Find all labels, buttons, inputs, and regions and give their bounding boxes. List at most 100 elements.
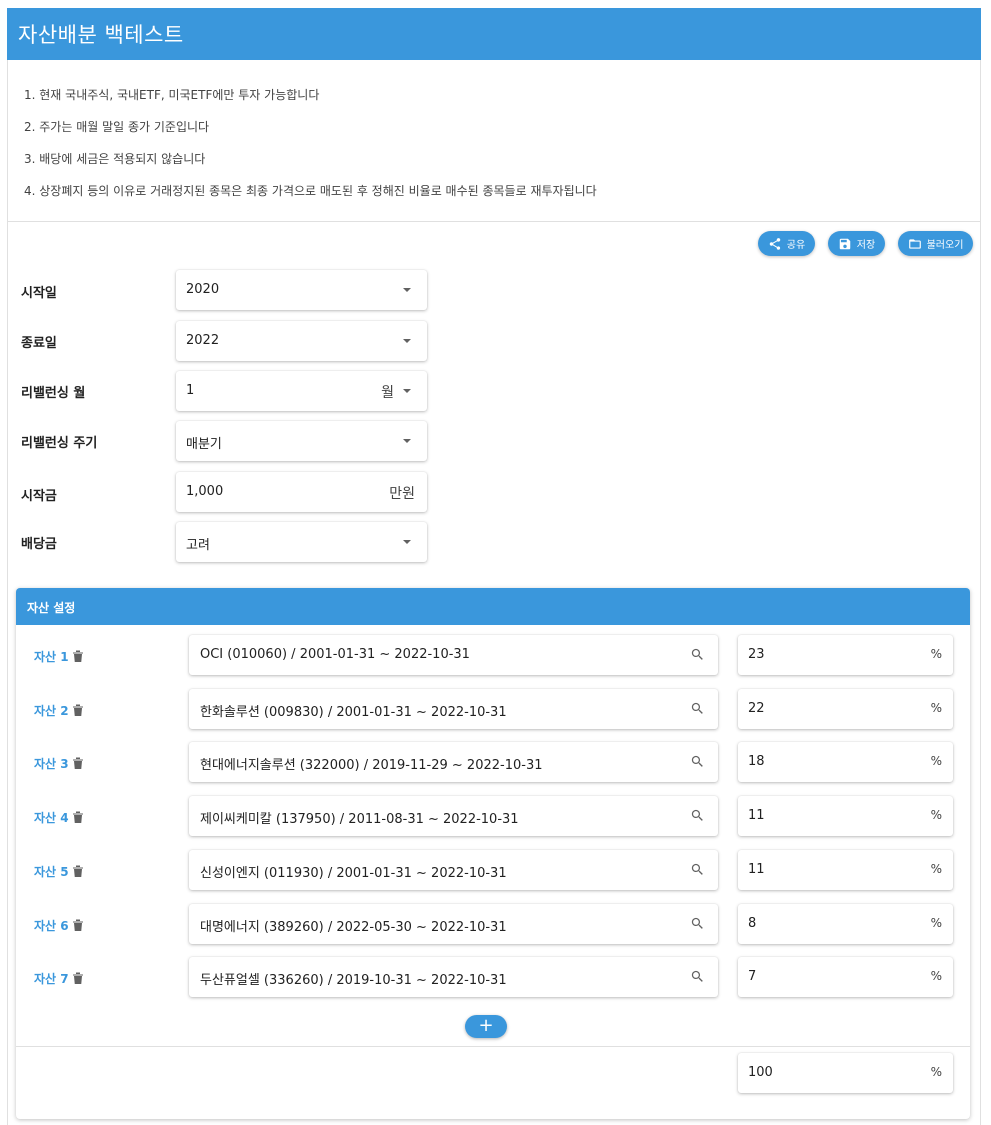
asset-settings-title: 자산 설정 bbox=[27, 601, 76, 615]
percent-unit: % bbox=[930, 754, 942, 768]
load-label: 불러오기 bbox=[926, 240, 964, 251]
asset-weight-field[interactable]: 7% bbox=[738, 957, 953, 997]
add-asset-button[interactable]: + bbox=[465, 1015, 507, 1038]
asset-label[interactable]: 자산 1 bbox=[34, 648, 69, 665]
asset-stock-field[interactable]: 두산퓨얼셀 (336260) / 2019-10-31 ~ 2022-10-31 bbox=[189, 957, 718, 997]
trash-icon[interactable] bbox=[72, 755, 84, 769]
note-4: 4. 상장폐지 등의 이유로 거래정지된 종목은 최종 가격으로 매도된 후 정… bbox=[24, 184, 597, 198]
asset-weight-field[interactable]: 23% bbox=[738, 635, 953, 675]
asset-stock-field[interactable]: 대명에너지 (389260) / 2022-05-30 ~ 2022-10-31 bbox=[189, 904, 718, 944]
total-weight-field: 100 % bbox=[738, 1053, 953, 1093]
end-date-select[interactable]: 2022 bbox=[176, 321, 427, 361]
total-weight-value: 100 bbox=[748, 1065, 773, 1080]
asset-weight-value: 7 bbox=[748, 969, 757, 984]
dropdown-arrow-icon bbox=[403, 439, 411, 443]
dropdown-arrow-icon bbox=[403, 288, 411, 292]
trash-icon[interactable] bbox=[72, 917, 84, 931]
initial-capital-unit: 만원 bbox=[389, 486, 415, 502]
asset-label[interactable]: 자산 7 bbox=[34, 970, 69, 987]
rebalancing-month-value: 1 bbox=[186, 383, 195, 398]
asset-stock-value: 제이씨케미칼 (137950) / 2011-08-31 ~ 2022-10-3… bbox=[200, 812, 519, 827]
asset-stock-field[interactable]: 한화솔루션 (009830) / 2001-01-31 ~ 2022-10-31 bbox=[189, 689, 718, 729]
search-icon[interactable] bbox=[690, 647, 705, 662]
asset-weight-field[interactable]: 8% bbox=[738, 904, 953, 944]
asset-stock-field[interactable]: 신성이엔지 (011930) / 2001-01-31 ~ 2022-10-31 bbox=[189, 850, 718, 890]
search-icon[interactable] bbox=[690, 808, 705, 823]
start-date-select[interactable]: 2020 bbox=[176, 270, 427, 310]
search-icon[interactable] bbox=[690, 701, 705, 716]
asset-weight-value: 23 bbox=[748, 647, 765, 662]
asset-weight-field[interactable]: 18% bbox=[738, 742, 953, 782]
percent-unit: % bbox=[930, 701, 942, 715]
trash-icon[interactable] bbox=[72, 702, 84, 716]
asset-stock-value: 한화솔루션 (009830) / 2001-01-31 ~ 2022-10-31 bbox=[200, 705, 507, 720]
save-button[interactable]: 저장 bbox=[828, 231, 885, 256]
percent-unit: % bbox=[930, 1065, 942, 1079]
percent-unit: % bbox=[930, 808, 942, 822]
asset-label[interactable]: 자산 5 bbox=[34, 863, 69, 880]
dropdown-arrow-icon bbox=[403, 540, 411, 544]
initial-capital-label: 시작금 bbox=[21, 489, 57, 504]
trash-icon[interactable] bbox=[72, 809, 84, 823]
asset-weight-field[interactable]: 11% bbox=[738, 796, 953, 836]
end-date-value: 2022 bbox=[186, 333, 220, 348]
dividend-select[interactable]: 고려 bbox=[176, 522, 427, 562]
initial-capital-value: 1,000 bbox=[186, 484, 224, 499]
asset-label[interactable]: 자산 3 bbox=[34, 755, 69, 772]
rebalancing-month-label: 리밸런싱 월 bbox=[21, 386, 86, 401]
asset-label[interactable]: 자산 4 bbox=[34, 809, 69, 826]
note-1: 1. 현재 국내주식, 국내ETF, 미국ETF에만 투자 가능합니다 bbox=[24, 88, 320, 102]
rebalancing-period-select[interactable]: 매분기 bbox=[176, 421, 427, 461]
search-icon[interactable] bbox=[690, 969, 705, 984]
asset-settings-header: 자산 설정 bbox=[16, 588, 970, 625]
asset-stock-value: 신성이엔지 (011930) / 2001-01-31 ~ 2022-10-31 bbox=[200, 866, 507, 881]
asset-weight-field[interactable]: 11% bbox=[738, 850, 953, 890]
rebalancing-period-label: 리밸런싱 주기 bbox=[21, 436, 98, 451]
folder-icon bbox=[908, 238, 921, 249]
app-header: 자산배분 백테스트 bbox=[7, 8, 981, 60]
notes-section: 1. 현재 국내주식, 국내ETF, 미국ETF에만 투자 가능합니다 2. 주… bbox=[7, 60, 981, 222]
end-date-label: 종료일 bbox=[21, 336, 57, 351]
asset-weight-value: 22 bbox=[748, 701, 765, 716]
save-label: 저장 bbox=[856, 240, 876, 251]
search-icon[interactable] bbox=[690, 862, 705, 877]
dropdown-arrow-icon bbox=[403, 389, 411, 393]
asset-weight-value: 11 bbox=[748, 808, 765, 823]
note-2: 2. 주가는 매월 말일 종가 기준입니다 bbox=[24, 120, 210, 134]
percent-unit: % bbox=[930, 647, 942, 661]
rebalancing-month-unit: 월 bbox=[381, 385, 394, 401]
asset-stock-value: 대명에너지 (389260) / 2022-05-30 ~ 2022-10-31 bbox=[200, 920, 507, 935]
search-icon[interactable] bbox=[690, 754, 705, 769]
trash-icon[interactable] bbox=[72, 970, 84, 984]
share-button[interactable]: 공유 bbox=[758, 231, 815, 256]
note-3: 3. 배당에 세금은 적용되지 않습니다 bbox=[24, 152, 206, 166]
asset-stock-field[interactable]: 제이씨케미칼 (137950) / 2011-08-31 ~ 2022-10-3… bbox=[189, 796, 718, 836]
asset-settings-panel: 자산 설정 자산 1 OCI (010060) / 2001-01-31 ~ 20… bbox=[16, 588, 970, 1119]
asset-stock-field[interactable]: OCI (010060) / 2001-01-31 ~ 2022-10-31 bbox=[189, 635, 718, 675]
dropdown-arrow-icon bbox=[403, 339, 411, 343]
load-button[interactable]: 불러오기 bbox=[898, 231, 973, 256]
asset-label[interactable]: 자산 6 bbox=[34, 917, 69, 934]
asset-weight-value: 8 bbox=[748, 916, 757, 931]
trash-icon[interactable] bbox=[72, 863, 84, 877]
percent-unit: % bbox=[930, 916, 942, 930]
percent-unit: % bbox=[930, 862, 942, 876]
asset-label[interactable]: 자산 2 bbox=[34, 702, 69, 719]
trash-icon[interactable] bbox=[72, 648, 84, 662]
start-date-value: 2020 bbox=[186, 282, 220, 297]
asset-weight-value: 11 bbox=[748, 862, 765, 877]
dividend-value: 고려 bbox=[186, 538, 210, 553]
floppy-disk-icon bbox=[839, 238, 851, 249]
asset-stock-value: 두산퓨얼셀 (336260) / 2019-10-31 ~ 2022-10-31 bbox=[200, 973, 507, 988]
asset-weight-field[interactable]: 22% bbox=[738, 689, 953, 729]
rebalancing-period-value: 매분기 bbox=[186, 437, 222, 452]
search-icon[interactable] bbox=[690, 916, 705, 931]
initial-capital-input[interactable]: 1,000 만원 bbox=[176, 472, 427, 512]
asset-stock-field[interactable]: 현대에너지솔루션 (322000) / 2019-11-29 ~ 2022-10… bbox=[189, 742, 718, 782]
percent-unit: % bbox=[930, 969, 942, 983]
share-label: 공유 bbox=[786, 240, 806, 251]
start-date-label: 시작일 bbox=[21, 286, 57, 301]
share-icon bbox=[769, 237, 781, 250]
rebalancing-month-select[interactable]: 1 월 bbox=[176, 371, 427, 411]
dividend-label: 배당금 bbox=[21, 537, 57, 552]
